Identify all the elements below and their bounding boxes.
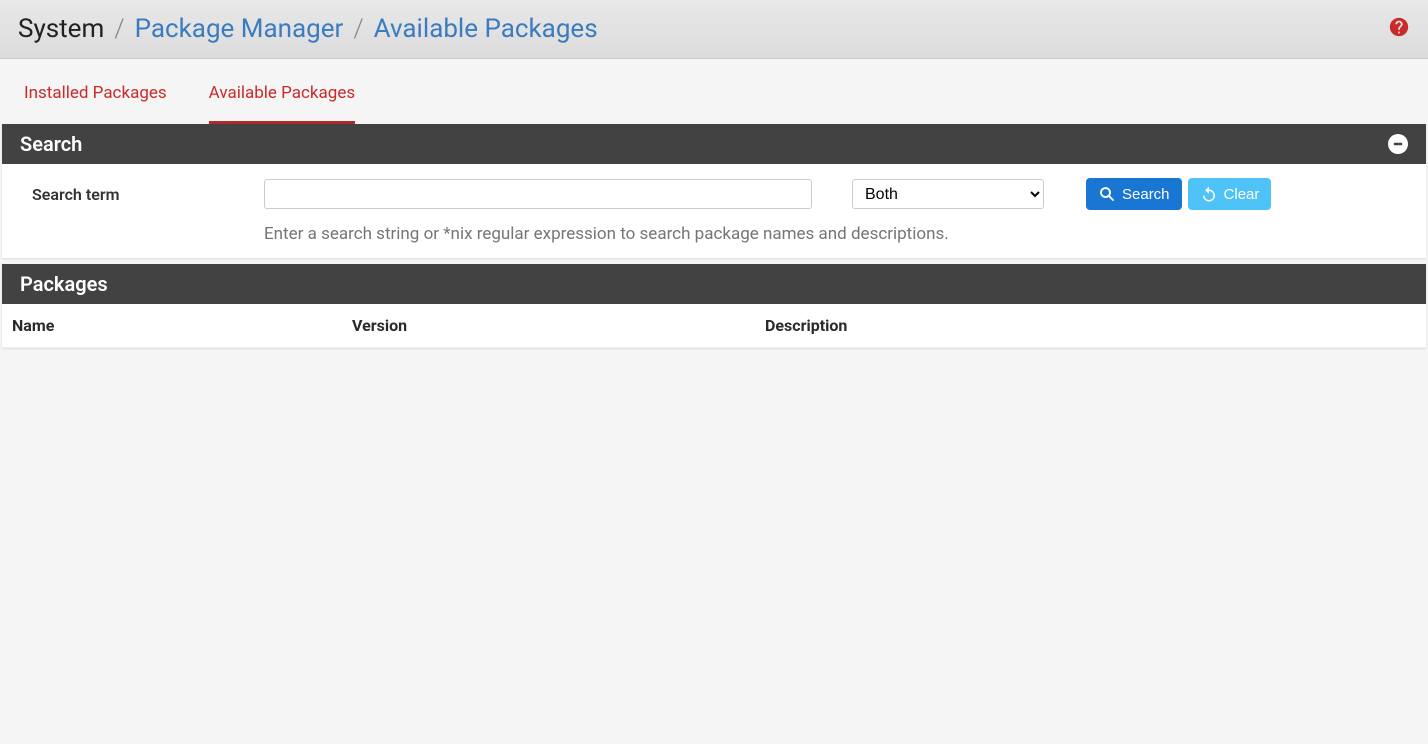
search-panel: Search Search term Both Search Clear bbox=[2, 124, 1426, 258]
search-button-label: Search bbox=[1122, 186, 1170, 203]
search-term-label: Search term bbox=[32, 185, 264, 204]
search-icon bbox=[1098, 185, 1116, 203]
undo-icon bbox=[1200, 185, 1218, 203]
tabs-container: Installed Packages Available Packages bbox=[0, 59, 1428, 124]
breadcrumb-separator: / bbox=[353, 14, 363, 44]
search-panel-body: Search term Both Search Clear Enter a se… bbox=[2, 164, 1426, 258]
search-panel-title: Search bbox=[20, 132, 82, 156]
breadcrumb-separator: / bbox=[114, 14, 124, 44]
search-input[interactable] bbox=[264, 179, 812, 209]
column-header-description: Description bbox=[765, 316, 1416, 335]
breadcrumb-available-packages[interactable]: Available Packages bbox=[374, 14, 598, 44]
breadcrumb-package-manager[interactable]: Package Manager bbox=[135, 14, 344, 44]
breadcrumb-root: System bbox=[18, 14, 104, 44]
help-icon[interactable] bbox=[1388, 16, 1410, 42]
packages-panel: Packages Name Version Description bbox=[2, 264, 1426, 348]
collapse-icon[interactable] bbox=[1388, 134, 1408, 154]
search-button[interactable]: Search bbox=[1086, 178, 1182, 210]
clear-button-label: Clear bbox=[1224, 186, 1260, 203]
breadcrumb-bar: System / Package Manager / Available Pac… bbox=[0, 0, 1428, 59]
breadcrumb: System / Package Manager / Available Pac… bbox=[18, 14, 598, 44]
column-header-version: Version bbox=[352, 316, 765, 335]
search-row: Search term Both Search Clear bbox=[32, 178, 1408, 210]
tab-installed-packages[interactable]: Installed Packages bbox=[24, 83, 167, 124]
tab-available-packages[interactable]: Available Packages bbox=[209, 83, 355, 124]
column-header-name: Name bbox=[12, 316, 352, 335]
packages-table-header: Name Version Description bbox=[2, 304, 1426, 348]
search-scope-select[interactable]: Both bbox=[852, 179, 1044, 209]
search-button-group: Search Clear bbox=[1086, 178, 1271, 210]
clear-button[interactable]: Clear bbox=[1188, 178, 1272, 210]
packages-panel-title: Packages bbox=[20, 272, 108, 296]
search-panel-header: Search bbox=[2, 124, 1426, 164]
packages-panel-header: Packages bbox=[2, 264, 1426, 304]
search-help-text: Enter a search string or *nix regular ex… bbox=[264, 224, 1408, 244]
